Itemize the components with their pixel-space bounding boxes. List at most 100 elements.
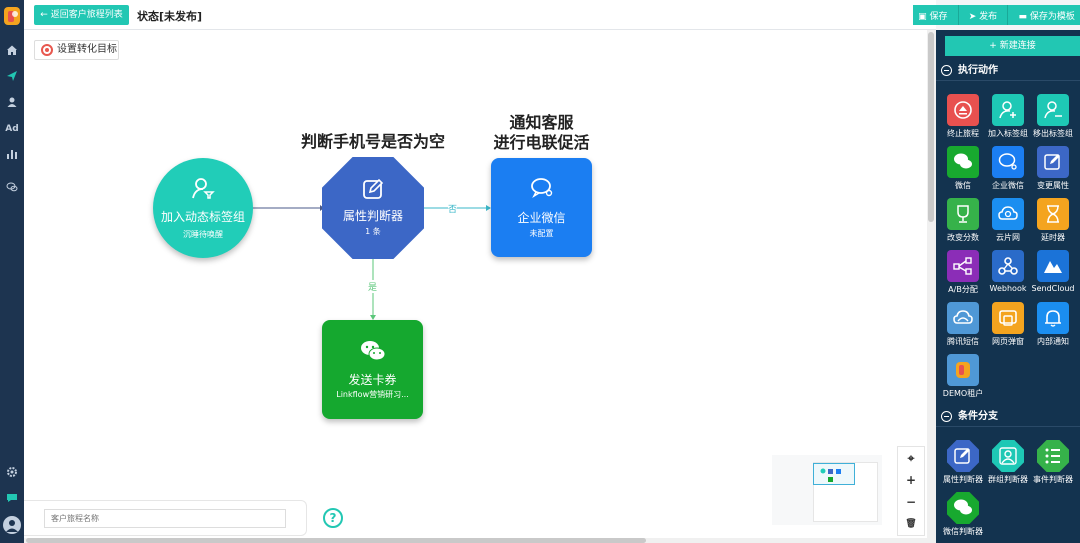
journey-name-input[interactable] xyxy=(44,509,286,528)
node-subtitle: Linkflow营销研习... xyxy=(336,390,409,399)
tool-remove-tag-group[interactable]: 移出标签组 xyxy=(1030,94,1076,144)
section-header-branches[interactable]: 条件分支 xyxy=(936,407,1080,427)
divider xyxy=(957,5,959,25)
node-add-tag-group[interactable]: 加入动态标签组 沉睡待唤醒 xyxy=(153,158,253,258)
edit-icon xyxy=(363,178,384,199)
branch-group-judge[interactable]: 群组判断器 xyxy=(985,440,1031,490)
node-wecom[interactable]: 企业微信 未配置 xyxy=(491,158,592,257)
tool-panel: + 新建连接 执行动作 终止旅程 加入标签组 移出标签组微信 企业微信 变更属性改变分数… xyxy=(936,30,1080,543)
attr-node-note: 判断手机号是否为空 xyxy=(300,132,445,151)
ad-icon[interactable]: Ad xyxy=(4,122,20,136)
wechat-icon xyxy=(947,146,979,178)
tool-wecom[interactable]: 企业微信 xyxy=(985,146,1031,196)
save-as-template-button[interactable]: ▬ 保存为模板 xyxy=(1018,9,1074,22)
save-button[interactable]: ▣ 保存 xyxy=(918,9,947,22)
collapse-icon xyxy=(941,65,952,76)
edge-label-yes: 是 xyxy=(368,280,378,293)
node-subtitle: 1 条 xyxy=(365,227,381,236)
back-button-label: 返回客户旅程列表 xyxy=(50,10,123,20)
tool-webhook[interactable]: Webhook xyxy=(985,250,1031,300)
tool-demo-tenant[interactable]: DEMO租户 xyxy=(940,354,986,404)
back-to-journey-list-button[interactable]: ← 返回客户旅程列表 xyxy=(34,5,129,25)
horizontal-scrollbar[interactable] xyxy=(24,538,936,543)
wechat-icon xyxy=(360,341,385,361)
action-toolbar: ▣ 保存 ➤ 发布 ▬ 保存为模板 xyxy=(913,5,1080,25)
stop-journey-icon xyxy=(947,94,979,126)
send-icon[interactable] xyxy=(4,70,20,84)
avatar[interactable] xyxy=(3,516,21,534)
journey-canvas[interactable]: 设置转化目标 否 是 判断手机号是否为空 通知客服 进行电联促活 加入动态标签组… xyxy=(24,30,927,538)
zoom-out-button[interactable]: − xyxy=(898,491,924,513)
scroll-thumb[interactable] xyxy=(26,538,646,543)
trophy-icon xyxy=(947,198,979,230)
zoom-controls: ⌖ + − 🗑 xyxy=(897,446,925,536)
wecom-icon xyxy=(530,178,552,198)
node-title: 企业微信 xyxy=(517,211,566,225)
top-bar: ← 返回客户旅程列表 状态[未发布] xyxy=(24,0,936,30)
tool-edit-attribute[interactable]: 变更属性 xyxy=(1030,146,1076,196)
node-subtitle: 沉睡待唤醒 xyxy=(183,230,223,239)
tool-bell[interactable]: 内部通知 xyxy=(1030,302,1076,352)
template-icon: ▬ xyxy=(1018,11,1027,22)
gear-icon[interactable] xyxy=(4,466,20,480)
tool-trophy[interactable]: 改变分数 xyxy=(940,198,986,248)
branch-event-judge[interactable]: 事件判断器 xyxy=(1030,440,1076,490)
cloud-sms-icon xyxy=(947,302,979,334)
node-subtitle: 未配置 xyxy=(529,229,554,238)
hourglass-icon xyxy=(1037,198,1069,230)
delete-button[interactable]: 🗑 xyxy=(898,513,924,535)
arrow-left-icon: ← xyxy=(40,10,48,20)
send-icon: ➤ xyxy=(968,11,977,22)
zoom-in-button[interactable]: + xyxy=(898,469,924,491)
tool-sendcloud[interactable]: SendCloud xyxy=(1030,250,1076,300)
tool-label: 微信判断器 xyxy=(943,527,983,536)
user-tag-icon xyxy=(192,178,215,199)
message-icon[interactable] xyxy=(4,492,20,506)
page-title: 状态[未发布] xyxy=(137,10,203,23)
ab-split-icon xyxy=(947,250,979,282)
tool-ab-split[interactable]: A/B分配 xyxy=(940,250,986,300)
tool-wechat[interactable]: 微信 xyxy=(940,146,986,196)
tool-label: 内部通知 xyxy=(1037,337,1069,346)
tool-hourglass[interactable]: 延时器 xyxy=(1030,198,1076,248)
wecom-icon xyxy=(992,146,1024,178)
cloud-icon xyxy=(992,198,1024,230)
node-title: 属性判断器 xyxy=(342,209,403,223)
tool-cloud-sms[interactable]: 腾讯短信 xyxy=(940,302,986,352)
tool-label: 变更属性 xyxy=(1037,181,1069,190)
node-title: 发送卡券 xyxy=(348,373,397,387)
help-icon[interactable]: ? xyxy=(323,508,343,528)
wecom-node-note-line2: 进行电联促活 xyxy=(493,133,590,152)
tool-stop-journey[interactable]: 终止旅程 xyxy=(940,94,986,144)
add-tag-group-icon xyxy=(992,94,1024,126)
publish-button[interactable]: ➤ 发布 xyxy=(969,9,997,22)
minimap[interactable] xyxy=(772,455,882,525)
user-icon[interactable] xyxy=(4,96,20,110)
branch-attribute-judge[interactable]: 属性判断器 xyxy=(940,440,986,490)
node-send-coupon[interactable]: 发送卡券 Linkflow营销研习... xyxy=(322,320,423,419)
tool-label: 延时器 xyxy=(1041,233,1065,242)
new-connection-button[interactable]: + 新建连接 xyxy=(945,36,1080,56)
tool-add-tag-group[interactable]: 加入标签组 xyxy=(985,94,1031,144)
tool-label: 移出标签组 xyxy=(1033,129,1073,138)
tool-label: SendCloud xyxy=(1031,284,1075,293)
bottom-bar xyxy=(24,500,307,536)
tool-web-popup[interactable]: 网页弹窗 xyxy=(985,302,1031,352)
locate-button[interactable]: ⌖ xyxy=(898,447,924,469)
attribute-judge-icon xyxy=(947,440,979,472)
scroll-thumb[interactable] xyxy=(928,32,934,222)
edge-label-no: 否 xyxy=(448,202,458,215)
tool-label: 事件判断器 xyxy=(1033,475,1073,484)
vertical-scrollbar[interactable] xyxy=(927,30,936,538)
webhook-icon xyxy=(992,250,1024,282)
save-icon: ▣ xyxy=(918,11,927,22)
home-icon[interactable] xyxy=(4,44,20,58)
section-header-actions[interactable]: 执行动作 xyxy=(936,61,1080,81)
tool-cloud[interactable]: 云片网 xyxy=(985,198,1031,248)
chat-icon[interactable] xyxy=(4,181,20,195)
chart-icon[interactable] xyxy=(4,148,20,162)
minimap-visible-area[interactable] xyxy=(813,463,855,485)
branch-wechat-judge[interactable]: 微信判断器 xyxy=(940,492,986,542)
app-logo[interactable] xyxy=(3,6,21,26)
tool-label: DEMO租户 xyxy=(942,389,984,398)
